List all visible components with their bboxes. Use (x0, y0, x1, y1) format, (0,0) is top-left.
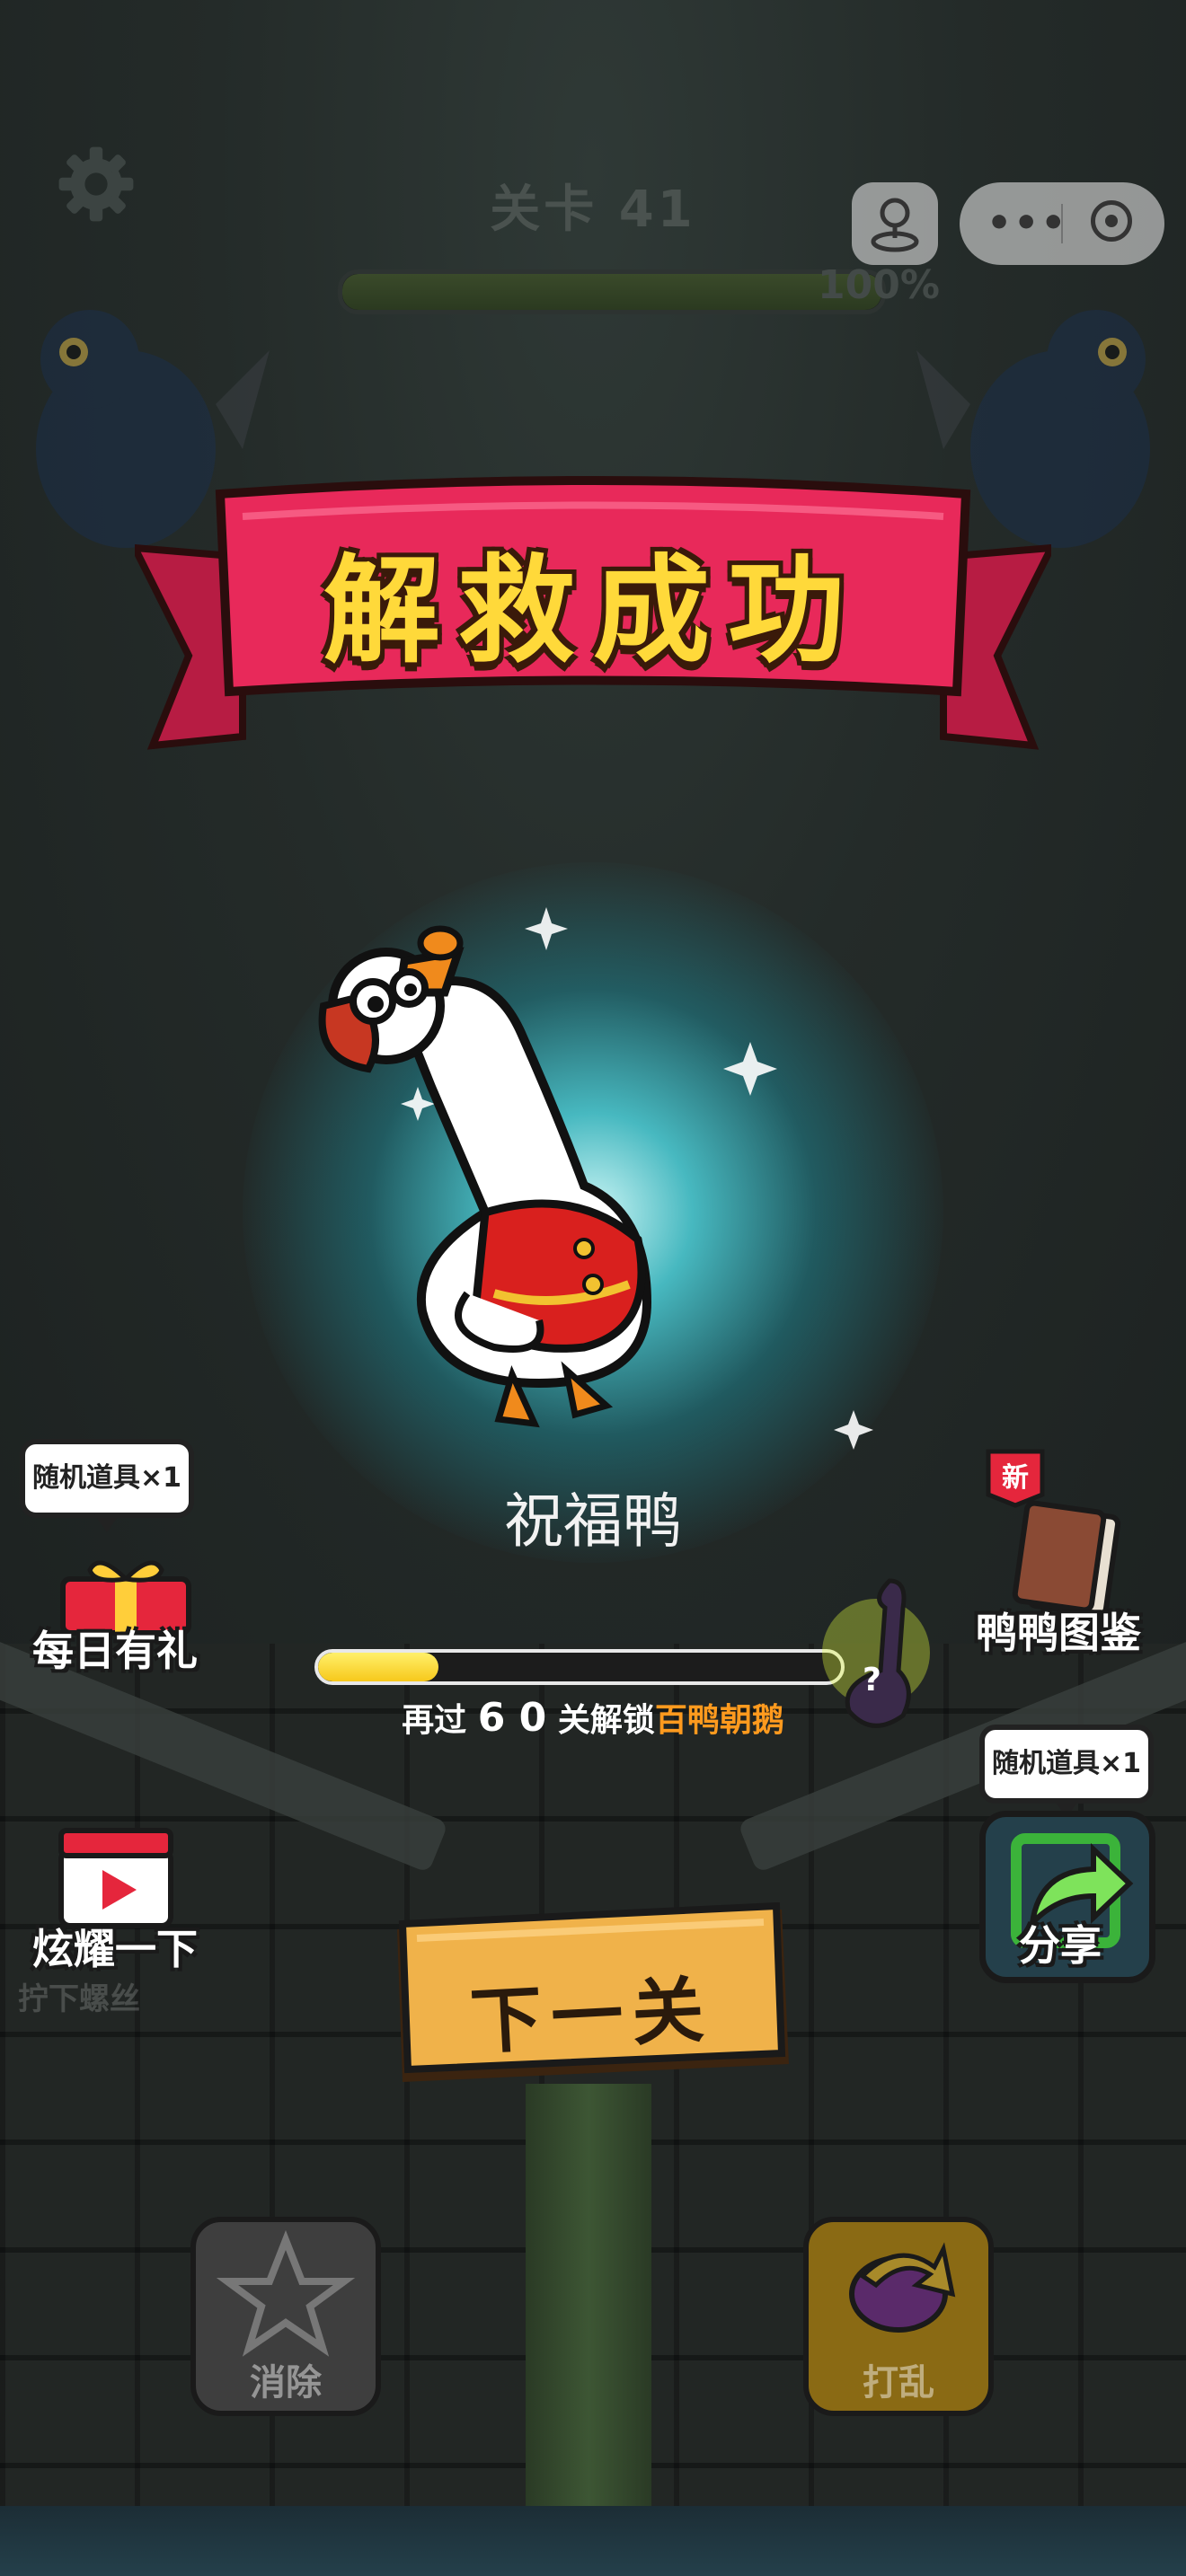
clapperboard-video-icon[interactable] (56, 1823, 176, 1931)
remove-tool-label: 消除 (250, 2362, 322, 2404)
unlock-progress-bar (314, 1649, 845, 1685)
mystery-mark: ? (863, 1662, 881, 1698)
shuffle-icon (849, 2242, 956, 2333)
level-progress-fill (342, 274, 881, 310)
close-miniprogram-icon[interactable] (1091, 200, 1132, 242)
show-off-label[interactable]: 炫耀一下 (32, 1917, 198, 1976)
duck-encyclopedia-label[interactable]: 鸭鸭图鉴 (976, 1601, 1141, 1660)
unlock-hint: 再过 6 0 关解锁百鸭朝鹅 (0, 1694, 1186, 1741)
miniprogram-capsule: ••• (960, 182, 1164, 265)
next-level-label[interactable]: 下一关 (384, 1947, 798, 2073)
duck-book-icon[interactable] (1008, 1498, 1121, 1615)
joystick-icon (871, 198, 919, 252)
unlock-prefix: 再过 (402, 1702, 467, 1739)
new-badge-text: 新 (1002, 1462, 1029, 1494)
unlock-target: 百鸭朝鹅 (654, 1702, 784, 1739)
shuffle-tool-label: 打乱 (863, 2362, 934, 2404)
unlock-count: 6 0 (477, 1695, 547, 1741)
joystick-button[interactable] (852, 182, 938, 265)
blessing-duck-illustration (318, 925, 652, 1428)
level-progress-bar (338, 269, 886, 314)
remove-star-icon (216, 2230, 356, 2357)
unlock-middle: 关解锁 (557, 1702, 655, 1739)
share-label[interactable]: 分享 (1019, 1913, 1102, 1972)
more-menu-icon[interactable]: ••• (987, 200, 1067, 246)
success-title: 解救成功 (323, 543, 863, 679)
faded-hint-label: 拧下螺丝 (18, 1981, 140, 2017)
unlock-progress-fill (318, 1653, 438, 1681)
background-water (0, 2506, 1186, 2576)
capsule-divider (1061, 204, 1063, 243)
level-progress-text: 100% (818, 262, 940, 308)
background-pipe (526, 2084, 651, 2533)
daily-gift-bubble: 随机道具×1 (20, 1439, 194, 1532)
daily-gift-label[interactable]: 每日有礼 (32, 1619, 198, 1678)
